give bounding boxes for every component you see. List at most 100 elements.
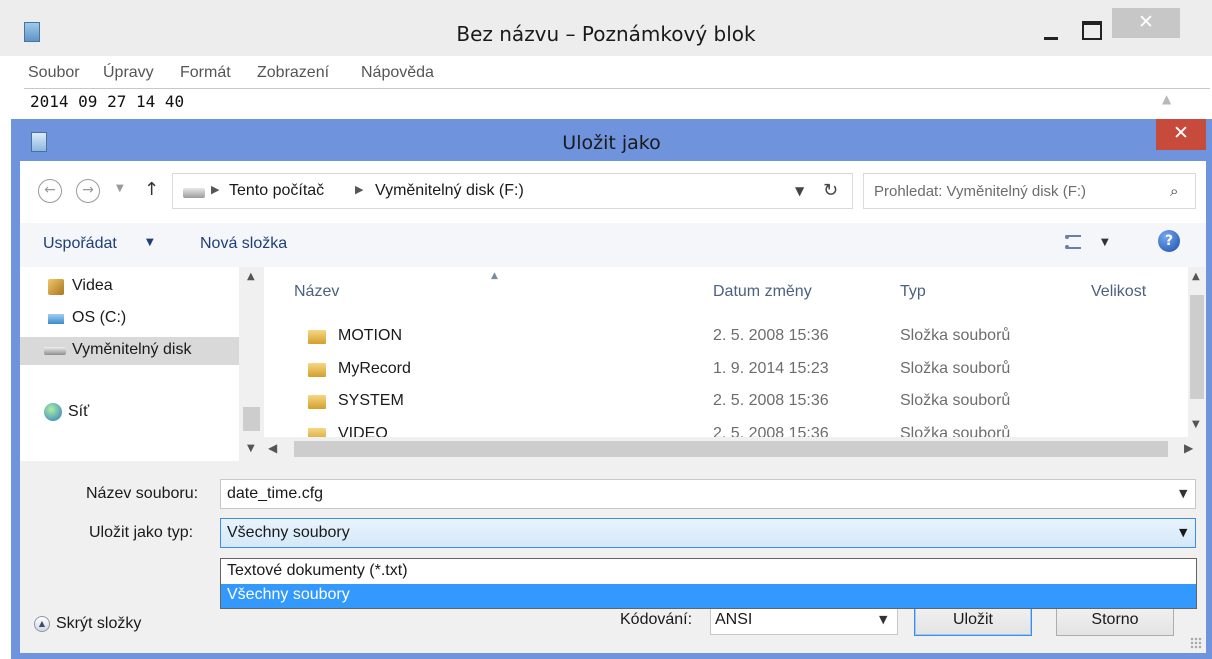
cancel-button-label: Storno xyxy=(1091,611,1139,628)
file-date: 1. 9. 2014 15:23 xyxy=(713,360,829,377)
navigation-pane: Videa OS (C:) Vyměnitelný disk Síť ▲ ▼ xyxy=(20,267,264,461)
collapse-icon: ▲ xyxy=(34,616,50,632)
back-arrow-icon[interactable]: ← xyxy=(38,179,62,203)
file-list-vertical-scrollbar[interactable]: ▲ ▼ xyxy=(1188,267,1206,437)
scroll-up-icon[interactable]: ▲ xyxy=(1162,92,1171,106)
encoding-select[interactable]: ANSI ▼ xyxy=(710,605,898,635)
minimize-icon[interactable] xyxy=(1032,8,1068,48)
chevron-down-icon[interactable]: ▼ xyxy=(146,237,154,248)
filename-label: Název souboru: xyxy=(86,485,199,502)
folder-icon xyxy=(308,395,326,409)
save-form: Název souboru: date_time.cfg ▼ Uložit ja… xyxy=(20,461,1206,653)
scroll-right-icon[interactable]: ▶ xyxy=(1184,441,1193,455)
menu-zobrazeni[interactable]: Zobrazení xyxy=(257,64,329,82)
nav-item-label: OS (C:) xyxy=(72,309,127,326)
column-header-type[interactable]: Typ xyxy=(900,283,926,301)
table-row[interactable]: SYSTEM 2. 5. 2008 15:36 Složka souborů xyxy=(276,386,1156,418)
nav-item-label: Vyměnitelný disk xyxy=(72,341,192,358)
scroll-left-icon[interactable]: ◀ xyxy=(268,441,277,455)
scrollbar-thumb[interactable] xyxy=(243,407,260,431)
new-folder-button[interactable]: Nová složka xyxy=(200,235,287,253)
sort-ascending-icon: ▲ xyxy=(491,271,498,281)
notepad-menubar: Soubor Úpravy Formát Zobrazení Nápověda xyxy=(0,58,1212,86)
hide-folders-label: Skrýt složky xyxy=(56,615,142,632)
chevron-down-icon[interactable]: ▼ xyxy=(879,613,887,626)
save-button-label: Uložit xyxy=(952,611,993,628)
table-row[interactable]: MOTION 2. 5. 2008 15:36 Složka souborů xyxy=(276,321,1156,353)
help-icon[interactable]: ? xyxy=(1158,230,1180,252)
chevron-down-icon[interactable]: ▼ xyxy=(1179,487,1187,500)
menu-upravy[interactable]: Úpravy xyxy=(103,64,154,82)
folder-icon xyxy=(308,330,326,344)
address-bar[interactable]: ▶ Tento počítač ▶ Vyměnitelný disk (F:) … xyxy=(172,173,853,209)
filename-value: date_time.cfg xyxy=(227,485,324,502)
option-label: Textové dokumenty (*.txt) xyxy=(227,562,408,579)
file-date: 2. 5. 2008 15:36 xyxy=(713,392,829,409)
resize-grip-icon[interactable] xyxy=(1190,637,1202,649)
scroll-up-icon[interactable]: ▲ xyxy=(247,271,255,282)
filetype-option-txt[interactable]: Textové dokumenty (*.txt) xyxy=(221,560,1196,584)
nav-pane-scrollbar[interactable]: ▲ ▼ xyxy=(239,267,264,461)
hide-folders-button[interactable]: ▲ Skrýt složky xyxy=(34,613,164,637)
filename-field[interactable]: date_time.cfg ▼ xyxy=(220,479,1196,509)
notepad-close-button[interactable]: ✕ xyxy=(1112,8,1180,38)
option-label: Všechny soubory xyxy=(227,586,350,603)
table-row[interactable]: MyRecord 1. 9. 2014 15:23 Složka souborů xyxy=(276,354,1156,386)
scrollbar-thumb[interactable] xyxy=(1190,295,1204,399)
nav-item-videa[interactable]: Videa xyxy=(20,273,239,301)
file-name: MOTION xyxy=(338,327,402,344)
notepad-content: 2014 09 27 14 40 xyxy=(30,92,185,111)
column-header-date[interactable]: Datum změny xyxy=(713,283,812,301)
dialog-close-button[interactable]: ✕ xyxy=(1156,119,1206,150)
column-header-name[interactable]: Název xyxy=(294,283,339,301)
menu-soubor[interactable]: Soubor xyxy=(28,64,80,82)
menu-napoveda[interactable]: Nápověda xyxy=(361,64,434,82)
search-box[interactable]: Prohledat: Vyměnitelný disk (F:) ⌕ xyxy=(863,173,1196,209)
recent-locations-chevron-icon[interactable]: ▼ xyxy=(116,183,124,194)
filetype-select[interactable]: Všechny soubory ▼ xyxy=(220,518,1196,548)
breadcrumb-removable-disk[interactable]: Vyměnitelný disk (F:) xyxy=(375,182,524,200)
filetype-option-all[interactable]: Všechny soubory xyxy=(221,584,1196,608)
search-placeholder: Prohledat: Vyměnitelný disk (F:) xyxy=(874,183,1087,200)
file-type: Složka souborů xyxy=(900,392,1011,409)
close-icon: ✕ xyxy=(1173,122,1189,144)
scrollbar-thumb[interactable] xyxy=(294,441,1168,457)
view-options-icon[interactable] xyxy=(1065,235,1081,249)
forward-arrow-icon[interactable]: → xyxy=(76,179,100,203)
chevron-down-icon[interactable]: ▼ xyxy=(1179,526,1187,539)
windows-drive-icon xyxy=(48,314,64,324)
chevron-down-icon[interactable]: ▼ xyxy=(1101,237,1109,248)
dialog-toolbar: Uspořádat ▼ Nová složka ▼ ? xyxy=(20,223,1206,267)
organize-button[interactable]: Uspořádat xyxy=(43,235,117,253)
breadcrumb-this-pc[interactable]: Tento počítač xyxy=(229,182,324,200)
scroll-up-icon[interactable]: ▲ xyxy=(1192,271,1200,282)
refresh-icon[interactable]: ↻ xyxy=(823,180,838,201)
filetype-value: Všechny soubory xyxy=(227,524,350,541)
nav-item-os-c[interactable]: OS (C:) xyxy=(20,305,239,333)
chevron-right-icon[interactable]: ▶ xyxy=(355,183,363,196)
maximize-icon[interactable] xyxy=(1072,8,1108,48)
chevron-down-icon[interactable]: ▼ xyxy=(795,184,804,198)
removable-drive-icon xyxy=(44,347,66,355)
nav-item-removable-disk[interactable]: Vyměnitelný disk xyxy=(20,337,239,365)
network-icon xyxy=(44,403,62,421)
scroll-down-icon[interactable]: ▼ xyxy=(247,443,255,454)
nav-item-sit[interactable]: Síť xyxy=(20,399,239,427)
notepad-edit-area[interactable] xyxy=(24,88,1210,118)
file-name: SYSTEM xyxy=(338,392,404,409)
folder-icon xyxy=(308,363,326,377)
column-header-size[interactable]: Velikost xyxy=(1091,283,1146,301)
scroll-down-icon[interactable]: ▼ xyxy=(1192,419,1200,430)
file-list: ▲ Název Datum změny Typ Velikost MOTION … xyxy=(276,267,1206,461)
videos-library-icon xyxy=(48,279,64,295)
notepad-titlebar[interactable]: Bez názvu – Poznámkový blok ✕ xyxy=(0,0,1212,56)
file-list-horizontal-scrollbar[interactable]: ◀ ▶ xyxy=(264,437,1206,461)
menu-format[interactable]: Formát xyxy=(180,64,231,82)
chevron-right-icon[interactable]: ▶ xyxy=(211,183,219,196)
file-type: Složka souborů xyxy=(900,327,1011,344)
encoding-label: Kódování: xyxy=(620,611,693,628)
search-icon[interactable]: ⌕ xyxy=(1170,182,1178,200)
nav-item-label: Síť xyxy=(68,403,90,420)
drive-icon xyxy=(183,188,205,198)
up-arrow-icon[interactable]: ↑ xyxy=(144,179,159,200)
